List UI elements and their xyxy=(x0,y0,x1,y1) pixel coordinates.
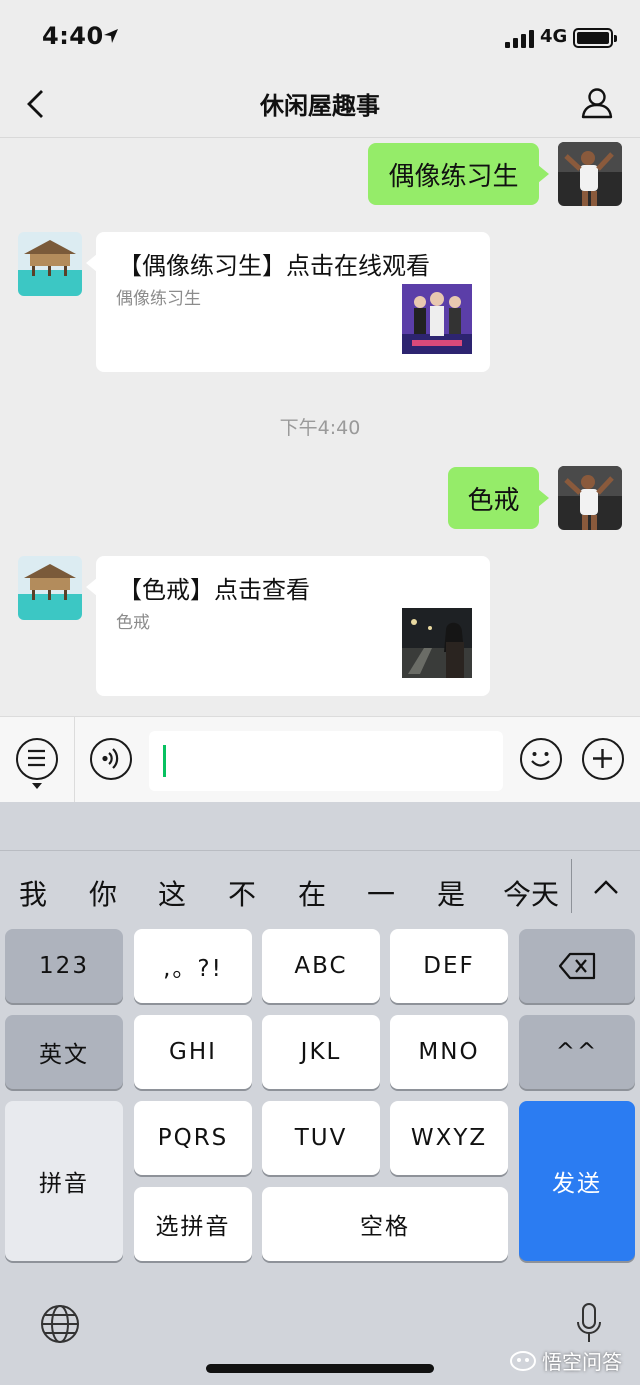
key-def[interactable]: DEF xyxy=(390,929,508,1003)
key-emoticon[interactable]: ^^ xyxy=(519,1015,635,1089)
message-text: 偶像练习生 xyxy=(388,161,519,192)
network-label: 4G xyxy=(540,26,568,47)
menu-caret-down-icon xyxy=(32,783,42,789)
key-punctuation[interactable]: ,。?! xyxy=(134,929,252,1003)
watermark-text: 悟空问答 xyxy=(542,1350,622,1374)
expand-candidates-chevron-icon[interactable] xyxy=(593,879,619,895)
card-title: 【偶像练习生】点击在线观看 xyxy=(118,252,430,280)
watermark: 悟空问答 xyxy=(510,1346,622,1375)
status-time: 4:40 xyxy=(42,22,104,50)
candidate-word[interactable]: 是 xyxy=(437,873,465,913)
candidate-word[interactable]: 今天 xyxy=(503,873,559,913)
home-indicator[interactable] xyxy=(206,1364,434,1373)
card-thumbnail xyxy=(402,284,472,354)
key-ghi[interactable]: GHI xyxy=(134,1015,252,1089)
wukong-logo-icon xyxy=(510,1350,536,1371)
candidate-divider xyxy=(571,859,572,913)
candidate-word[interactable]: 我 xyxy=(19,873,47,913)
candidate-word[interactable]: 一 xyxy=(367,873,395,913)
link-card-message[interactable]: 【偶像练习生】点击在线观看 偶像练习生 xyxy=(86,232,490,372)
message-text-input[interactable] xyxy=(149,731,503,791)
emoji-icon[interactable] xyxy=(520,738,562,780)
key-tuv[interactable]: TUV xyxy=(262,1101,380,1175)
key-english[interactable]: 英文 xyxy=(5,1015,123,1089)
send-button[interactable]: 发送 xyxy=(519,1101,635,1261)
message-timestamp: 下午4:40 xyxy=(279,417,361,439)
menu-toggle-area xyxy=(0,717,75,803)
contact-avatar[interactable] xyxy=(18,232,82,296)
pinyin-keyboard: 我 你 这 不 在 一 是 今天 123 ,。?! ABC DEF 英文 GHI… xyxy=(0,802,640,1385)
key-jkl[interactable]: JKL xyxy=(262,1015,380,1089)
basketball-player-avatar-image xyxy=(558,142,622,206)
voice-input-icon[interactable] xyxy=(90,738,132,780)
basketball-player-avatar-image xyxy=(558,466,622,530)
beach-hut-avatar-image xyxy=(18,556,82,620)
my-avatar[interactable] xyxy=(558,142,622,206)
backspace-icon xyxy=(558,952,596,980)
message-text: 色戒 xyxy=(467,485,520,516)
battery-icon xyxy=(573,28,617,48)
key-pinyin[interactable]: 拼音 xyxy=(5,1101,123,1261)
outgoing-message-bubble[interactable]: 偶像练习生 xyxy=(368,143,549,205)
outgoing-message-bubble[interactable]: 色戒 xyxy=(448,467,549,529)
candidate-word[interactable]: 不 xyxy=(228,873,256,913)
candidate-bar: 我 你 这 不 在 一 是 今天 xyxy=(0,850,640,930)
chat-header: 休闲屋趣事 xyxy=(0,72,640,138)
signal-icon xyxy=(505,30,534,48)
key-space[interactable]: 空格 xyxy=(262,1187,508,1261)
key-mno[interactable]: MNO xyxy=(390,1015,508,1089)
candidate-word[interactable]: 你 xyxy=(89,873,117,913)
idol-show-thumbnail-image xyxy=(402,284,472,354)
key-delete[interactable] xyxy=(519,929,635,1003)
contact-avatar[interactable] xyxy=(18,556,82,620)
key-wxyz[interactable]: WXYZ xyxy=(390,1101,508,1175)
card-thumbnail xyxy=(402,608,472,678)
globe-icon[interactable] xyxy=(40,1304,80,1344)
beach-hut-avatar-image xyxy=(18,232,82,296)
my-avatar[interactable] xyxy=(558,466,622,530)
card-title: 【色戒】点击查看 xyxy=(118,576,310,604)
chat-input-bar xyxy=(0,716,640,803)
chat-title: 休闲屋趣事 xyxy=(260,92,380,120)
candidate-word[interactable]: 这 xyxy=(158,873,186,913)
link-card-message[interactable]: 【色戒】点击查看 色戒 xyxy=(86,556,490,696)
card-subtitle: 色戒 xyxy=(116,613,150,633)
key-pqrs[interactable]: PQRS xyxy=(134,1101,252,1175)
card-subtitle: 偶像练习生 xyxy=(116,289,201,309)
chat-info-person-icon[interactable] xyxy=(580,86,614,120)
text-caret xyxy=(163,745,166,777)
key-select-pinyin[interactable]: 选拼音 xyxy=(134,1187,252,1261)
status-bar: 4:40 4G xyxy=(0,0,640,72)
movie-still-thumbnail-image xyxy=(402,608,472,678)
service-menu-icon[interactable] xyxy=(16,738,58,780)
key-abc[interactable]: ABC xyxy=(262,929,380,1003)
key-123[interactable]: 123 xyxy=(5,929,123,1003)
location-arrow-icon xyxy=(104,29,118,43)
candidate-word[interactable]: 在 xyxy=(298,873,326,913)
microphone-icon[interactable] xyxy=(576,1302,602,1346)
plus-more-icon[interactable] xyxy=(582,738,624,780)
